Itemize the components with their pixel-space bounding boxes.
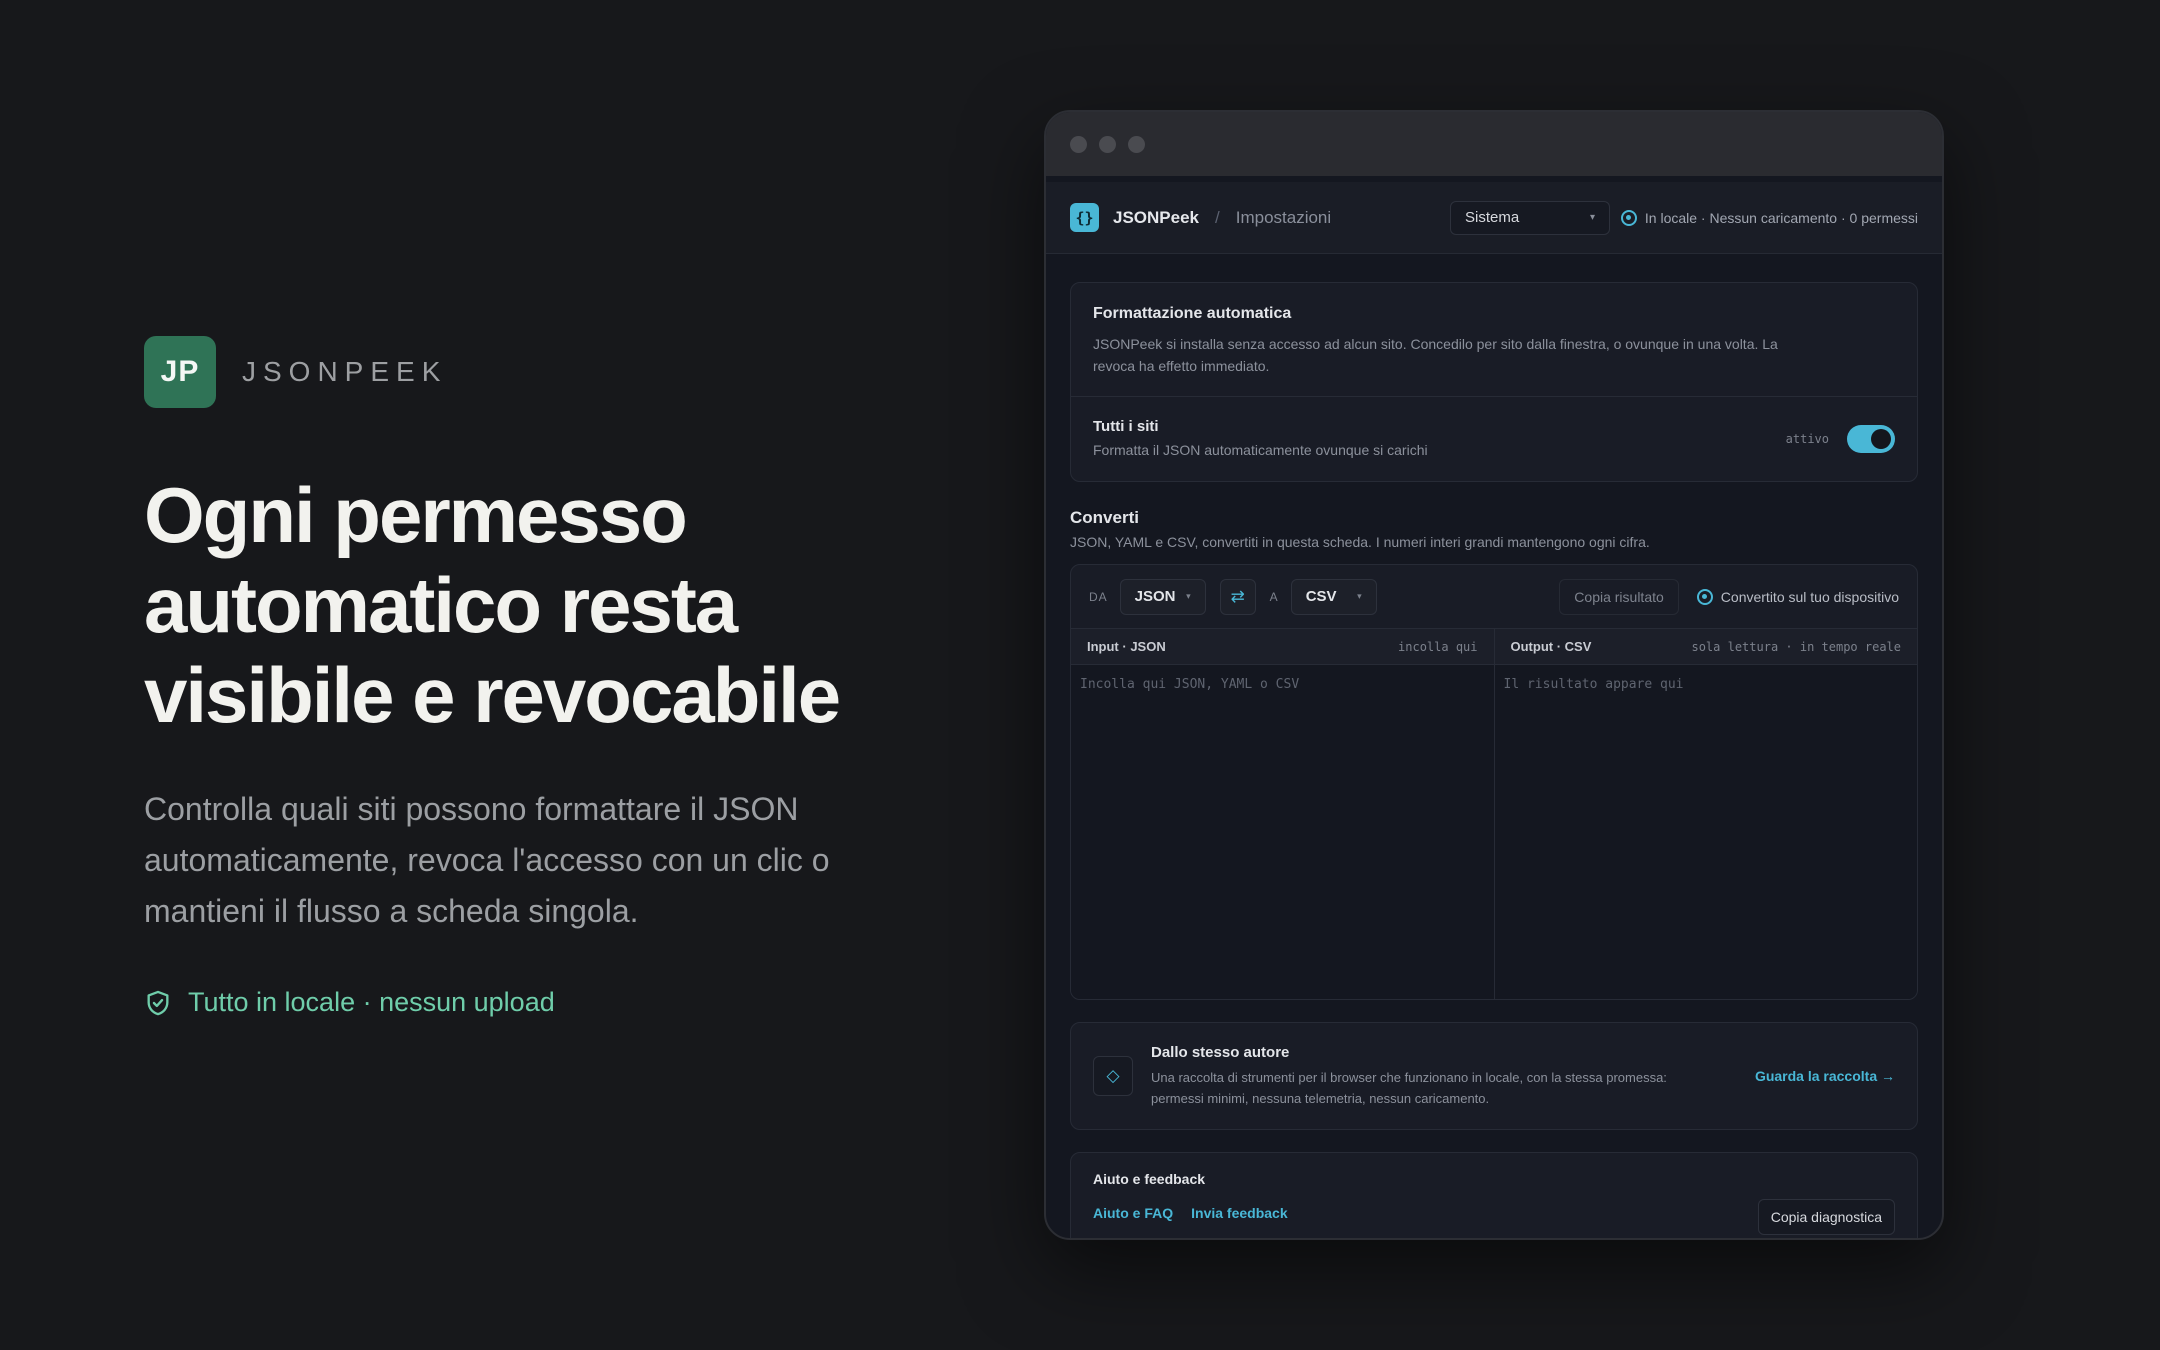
from-format-select[interactable]: JSON ▾: [1119, 578, 1206, 615]
diamond-icon: ◇: [1093, 1056, 1133, 1096]
window-titlebar: [1046, 112, 1942, 176]
chevron-down-icon: ▾: [1357, 591, 1362, 601]
input-textarea[interactable]: Incolla qui JSON, YAML o CSV: [1071, 665, 1494, 999]
auto-format-card: Formattazione automatica JSONPeek si ins…: [1070, 282, 1918, 482]
privacy-status: In locale · Nessun caricamento · 0 perme…: [1620, 209, 1918, 226]
hero-headline: Ogni permesso automatico resta visibile …: [144, 471, 841, 739]
help-card: Aiuto e feedback Aiuto e FAQ Invia feedb…: [1070, 1152, 1918, 1238]
theme-select-value: Sistema: [1465, 209, 1520, 226]
from-format-value: JSON: [1134, 588, 1176, 605]
output-textarea[interactable]: Il risultato appare qui: [1494, 665, 1917, 999]
chevron-down-icon: ▾: [1589, 212, 1595, 223]
chevron-down-icon: ▾: [1186, 591, 1191, 601]
help-title: Aiuto e feedback: [1093, 1171, 1206, 1187]
to-label: A: [1269, 589, 1279, 604]
from-label: DA: [1089, 589, 1108, 604]
swap-arrows-icon: ⇄: [1230, 586, 1245, 606]
author-card: ◇ Dallo stesso autore Una raccolta di st…: [1070, 1022, 1918, 1130]
copy-result-button[interactable]: Copia risultato: [1559, 578, 1679, 615]
local-status-icon: [1696, 588, 1713, 605]
toggle-state-label: attivo: [1785, 432, 1829, 446]
braces-logo-icon: {}: [1070, 203, 1099, 232]
hero-subtext: Controlla quali siti possono formattare …: [144, 791, 830, 929]
local-note: Tutto in locale · nessun upload: [144, 987, 904, 1018]
swap-formats-button[interactable]: ⇄: [1219, 578, 1256, 615]
window-maximize-dot[interactable]: [1128, 135, 1145, 153]
breadcrumb-separator: /: [1215, 207, 1220, 227]
breadcrumb-page: Impostazioni: [1235, 207, 1332, 227]
to-format-value: CSV: [1305, 588, 1337, 605]
all-sites-row: Tutti i siti Formatta il JSON automatica…: [1071, 397, 1917, 481]
output-pane: Output · CSV sola lettura · in tempo rea…: [1493, 629, 1917, 999]
brand-name: JSONPEEK: [242, 356, 448, 387]
to-format-select[interactable]: CSV ▾: [1290, 578, 1377, 615]
privacy-status-text: In locale · Nessun caricamento · 0 perme…: [1644, 209, 1918, 226]
output-pane-hint: sola lettura · in tempo reale: [1691, 639, 1901, 654]
author-title: Dallo stesso autore: [1151, 1043, 1290, 1061]
settings-content: Formattazione automatica JSONPeek si ins…: [1070, 282, 1918, 1238]
app-name: JSONPeek: [1113, 207, 1199, 227]
on-device-text: Convertito sul tuo dispositivo: [1720, 588, 1899, 605]
window-close-dot[interactable]: [1070, 135, 1087, 153]
app-header: {} JSONPeek / Impostazioni Sistema ▾ In …: [1046, 182, 1942, 254]
input-pane-hint: incolla qui: [1398, 639, 1478, 654]
on-device-status: Convertito sul tuo dispositivo: [1696, 588, 1899, 605]
copy-diagnostics-button[interactable]: Copia diagnostica: [1757, 1199, 1895, 1235]
input-pane: Input · JSON incolla qui Incolla qui JSO…: [1071, 629, 1494, 999]
brand: JP JSONPEEK: [144, 336, 904, 408]
converter-card: DA JSON ▾ ⇄ A CSV ▾ Copia risultato Conv…: [1070, 564, 1918, 1000]
hero-section: JP JSONPEEK Ogni permesso automatico res…: [144, 336, 904, 1018]
local-status-icon: [1620, 209, 1637, 226]
converter-toolbar: DA JSON ▾ ⇄ A CSV ▾ Copia risultato Conv…: [1071, 565, 1917, 629]
all-sites-label: Tutti i siti: [1093, 417, 1159, 435]
convert-subtitle: JSON, YAML e CSV, convertiti in questa s…: [1070, 534, 1650, 550]
browser-window: {} JSONPeek / Impostazioni Sistema ▾ In …: [1044, 110, 1944, 1240]
send-feedback-link[interactable]: Invia feedback: [1191, 1205, 1288, 1221]
input-pane-title: Input · JSON: [1087, 639, 1166, 654]
shield-check-icon: [147, 990, 169, 1015]
theme-select[interactable]: Sistema ▾: [1450, 200, 1610, 235]
author-description: Una raccolta di strumenti per il browser…: [1151, 1069, 1667, 1106]
local-note-text: Tutto in locale · nessun upload: [188, 987, 555, 1017]
view-collection-link[interactable]: Guarda la raccolta →: [1755, 1068, 1895, 1084]
auto-format-description: JSONPeek si installa senza accesso ad al…: [1093, 336, 1778, 374]
output-pane-title: Output · CSV: [1510, 639, 1592, 654]
all-sites-description: Formatta il JSON automaticamente ovunque…: [1093, 441, 1428, 458]
brand-badge: JP: [144, 336, 216, 408]
all-sites-toggle[interactable]: [1847, 425, 1895, 453]
help-faq-link[interactable]: Aiuto e FAQ: [1093, 1205, 1173, 1221]
convert-title: Converti: [1070, 508, 1139, 527]
window-minimize-dot[interactable]: [1099, 135, 1116, 153]
auto-format-title: Formattazione automatica: [1093, 305, 1292, 322]
